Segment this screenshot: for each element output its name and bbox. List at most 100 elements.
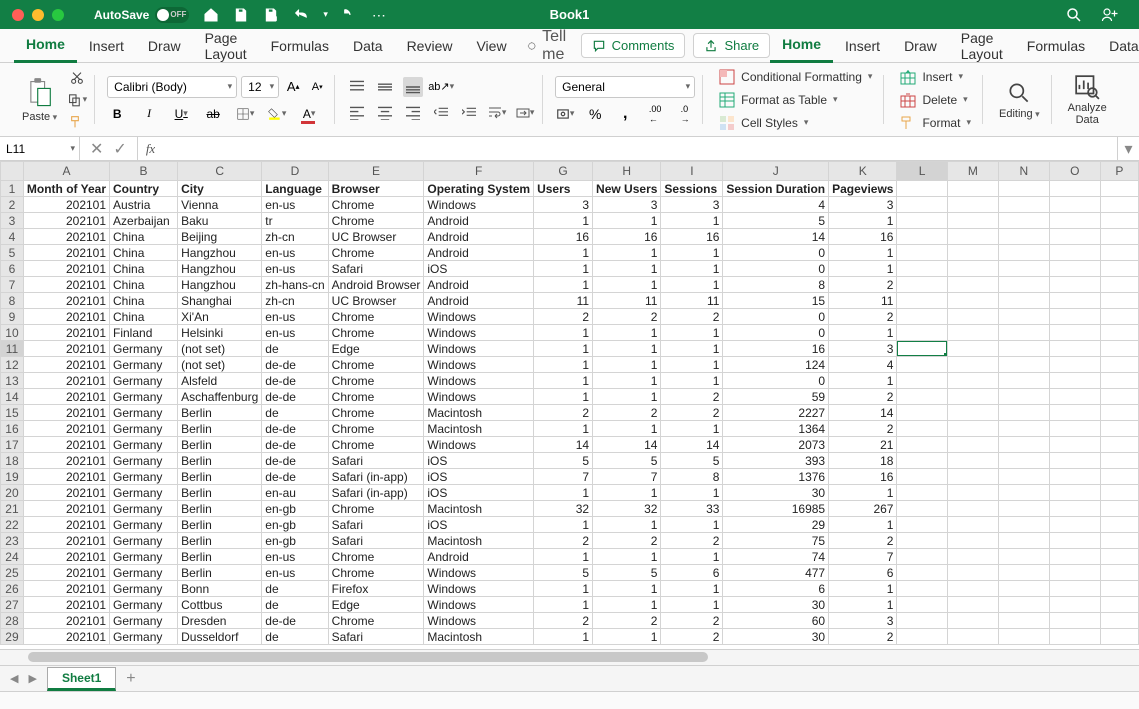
cell[interactable]: 16 bbox=[534, 229, 593, 245]
cell[interactable]: Berlin bbox=[178, 565, 262, 581]
cell[interactable]: Berlin bbox=[178, 485, 262, 501]
cell[interactable]: 1 bbox=[593, 421, 661, 437]
cell[interactable]: 6 bbox=[829, 565, 897, 581]
merge-icon[interactable] bbox=[515, 103, 535, 123]
row-header[interactable]: 6 bbox=[1, 261, 24, 277]
cell[interactable]: de-de bbox=[262, 469, 328, 485]
cell[interactable]: 16 bbox=[829, 469, 897, 485]
cell[interactable] bbox=[998, 325, 1049, 341]
cell[interactable]: 8 bbox=[661, 469, 723, 485]
cell[interactable] bbox=[897, 453, 947, 469]
cell[interactable]: 1 bbox=[661, 421, 723, 437]
cell[interactable]: de-de bbox=[262, 373, 328, 389]
cell[interactable]: 202101 bbox=[23, 261, 109, 277]
cell[interactable]: 202101 bbox=[23, 389, 109, 405]
cell[interactable] bbox=[947, 469, 998, 485]
cell[interactable]: 2 bbox=[534, 533, 593, 549]
cell[interactable] bbox=[998, 341, 1049, 357]
cell[interactable]: 1 bbox=[661, 597, 723, 613]
cell[interactable]: 2 bbox=[829, 533, 897, 549]
cell[interactable]: 202101 bbox=[23, 197, 109, 213]
copy-icon[interactable] bbox=[67, 90, 87, 110]
cell[interactable]: 1 bbox=[534, 341, 593, 357]
cell[interactable]: Windows bbox=[424, 613, 534, 629]
cell[interactable]: China bbox=[110, 261, 178, 277]
cell[interactable]: 1 bbox=[829, 581, 897, 597]
col-header-L[interactable]: L bbox=[897, 162, 947, 181]
cell[interactable] bbox=[947, 629, 998, 645]
cell[interactable]: Month of Year bbox=[23, 181, 109, 197]
cell[interactable]: iOS bbox=[424, 469, 534, 485]
cell[interactable] bbox=[1049, 213, 1100, 229]
col-header-P[interactable]: P bbox=[1100, 162, 1138, 181]
cell[interactable] bbox=[897, 581, 947, 597]
cell[interactable]: Hangzhou bbox=[178, 277, 262, 293]
cell[interactable] bbox=[897, 565, 947, 581]
cell[interactable]: de-de bbox=[262, 453, 328, 469]
cell[interactable] bbox=[1100, 341, 1138, 357]
cell[interactable]: 202101 bbox=[23, 229, 109, 245]
cell[interactable]: 16 bbox=[661, 229, 723, 245]
cell[interactable]: Sessions bbox=[661, 181, 723, 197]
cell[interactable] bbox=[1049, 229, 1100, 245]
cell[interactable] bbox=[1100, 373, 1138, 389]
cell[interactable] bbox=[897, 549, 947, 565]
cell[interactable]: 14 bbox=[723, 229, 829, 245]
col-header-N[interactable]: N bbox=[998, 162, 1049, 181]
cut-icon[interactable] bbox=[67, 68, 87, 88]
cell[interactable]: Safari bbox=[328, 517, 424, 533]
cell[interactable]: 202101 bbox=[23, 373, 109, 389]
cell[interactable]: 18 bbox=[829, 453, 897, 469]
cell[interactable]: 202101 bbox=[23, 549, 109, 565]
cell[interactable]: 1 bbox=[534, 421, 593, 437]
cell[interactable]: 14 bbox=[593, 437, 661, 453]
cell[interactable] bbox=[1049, 629, 1100, 645]
cell[interactable]: iOS bbox=[424, 453, 534, 469]
cell[interactable]: 202101 bbox=[23, 469, 109, 485]
cell[interactable] bbox=[1049, 197, 1100, 213]
cell[interactable]: (not set) bbox=[178, 357, 262, 373]
cell[interactable]: tr bbox=[262, 213, 328, 229]
cell[interactable] bbox=[1100, 421, 1138, 437]
cell[interactable] bbox=[998, 357, 1049, 373]
cell[interactable]: Berlin bbox=[178, 469, 262, 485]
cell[interactable]: 1 bbox=[593, 341, 661, 357]
cell[interactable]: de-de bbox=[262, 357, 328, 373]
cell[interactable]: de bbox=[262, 581, 328, 597]
cell[interactable]: 1 bbox=[661, 373, 723, 389]
row-header[interactable]: 24 bbox=[1, 549, 24, 565]
cell[interactable]: 1364 bbox=[723, 421, 829, 437]
cell[interactable]: 3 bbox=[829, 341, 897, 357]
cell[interactable]: de-de bbox=[262, 421, 328, 437]
row-header[interactable]: 11 bbox=[1, 341, 24, 357]
cell[interactable] bbox=[1049, 517, 1100, 533]
cell[interactable] bbox=[897, 245, 947, 261]
cell[interactable]: Germany bbox=[110, 389, 178, 405]
cell[interactable]: 1 bbox=[534, 277, 593, 293]
cell[interactable]: 14 bbox=[534, 437, 593, 453]
cell[interactable]: Berlin bbox=[178, 453, 262, 469]
strikethrough-button[interactable]: ab bbox=[203, 104, 223, 124]
cell[interactable] bbox=[1100, 517, 1138, 533]
cell[interactable] bbox=[1100, 277, 1138, 293]
orientation-icon[interactable]: ab↗ bbox=[431, 77, 451, 97]
cell[interactable]: 202101 bbox=[23, 357, 109, 373]
cell[interactable]: Macintosh bbox=[424, 533, 534, 549]
cell[interactable]: Dusseldorf bbox=[178, 629, 262, 645]
cell[interactable] bbox=[897, 437, 947, 453]
cancel-formula-icon[interactable]: ✕ bbox=[90, 139, 103, 159]
cell[interactable] bbox=[1100, 293, 1138, 309]
cell[interactable] bbox=[1100, 533, 1138, 549]
cell[interactable]: en-us bbox=[262, 549, 328, 565]
name-box[interactable]: L11▾ bbox=[0, 137, 80, 160]
comma-icon[interactable]: , bbox=[615, 104, 635, 124]
cell[interactable]: Chrome bbox=[328, 213, 424, 229]
cell[interactable]: zh-hans-cn bbox=[262, 277, 328, 293]
conditional-formatting-button[interactable]: Conditional Formatting bbox=[715, 67, 876, 87]
cell[interactable]: 7 bbox=[593, 469, 661, 485]
cell[interactable] bbox=[897, 341, 947, 357]
cell[interactable]: 1 bbox=[661, 581, 723, 597]
cell[interactable]: 32 bbox=[534, 501, 593, 517]
cell[interactable]: Windows bbox=[424, 389, 534, 405]
cell[interactable]: 2 bbox=[661, 533, 723, 549]
